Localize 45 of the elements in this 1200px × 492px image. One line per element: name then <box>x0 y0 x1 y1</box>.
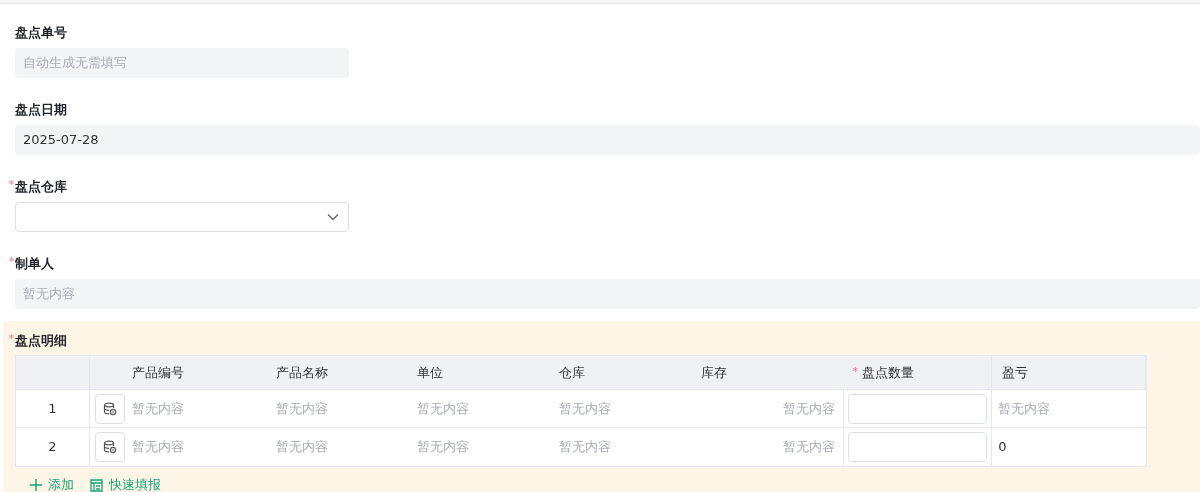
column-header: 盈亏 <box>1002 363 1029 382</box>
required-mark: * <box>9 180 15 190</box>
quantity-input[interactable] <box>847 432 988 462</box>
database-icon <box>102 401 117 416</box>
field-label: 盘点日期 <box>15 101 67 119</box>
field-label: 制单人 <box>15 255 54 273</box>
field-label: 盘点单号 <box>15 24 67 42</box>
table-cell-text: 暂无内容 <box>131 399 184 418</box>
table-cell-text: 暂无内容 <box>417 438 470 457</box>
table-cell-text: 暂无内容 <box>559 399 612 418</box>
required-mark: * <box>9 257 15 267</box>
select-field[interactable] <box>15 202 349 232</box>
quantity-input[interactable] <box>847 393 988 424</box>
product-picker-button[interactable] <box>94 432 125 462</box>
column-header: 产品编号 <box>131 363 184 382</box>
column-header: 产品名称 <box>275 363 328 382</box>
table-cell-text: 0 <box>998 438 1007 457</box>
table-cell-text: 暂无内容 <box>998 399 1051 418</box>
database-icon <box>102 440 117 454</box>
table-cell-text: 暂无内容 <box>782 399 835 418</box>
required-mark: * <box>852 364 859 381</box>
quick-fill-button[interactable]: 快速填报 <box>90 477 161 492</box>
field-label: 盘点仓库 <box>15 178 67 196</box>
plus-icon <box>30 479 42 491</box>
add-button[interactable]: 添加 <box>30 477 74 492</box>
input-field[interactable]: 暂无内容 <box>15 279 1200 309</box>
column-header: 单位 <box>417 363 444 382</box>
row-number: 1 <box>48 399 57 418</box>
chevron-down-icon <box>327 213 339 221</box>
table-cell-text: 暂无内容 <box>782 438 835 457</box>
field-label: 盘点明细 <box>15 332 67 350</box>
table-cell-text: 暂无内容 <box>131 438 184 457</box>
row-number: 2 <box>48 438 57 457</box>
required-mark: * <box>9 334 15 344</box>
column-header: 库存 <box>700 363 727 382</box>
column-header: 仓库 <box>559 363 586 382</box>
form-icon <box>90 478 103 492</box>
input-field[interactable]: 自动生成无需填写 <box>15 48 349 78</box>
table-cell-text: 暂无内容 <box>417 399 470 418</box>
product-picker-button[interactable] <box>94 393 125 424</box>
table-cell-text: 暂无内容 <box>559 438 612 457</box>
table-cell-text: 暂无内容 <box>275 399 328 418</box>
column-header: 盘点数量 <box>862 363 915 382</box>
table-cell-text: 暂无内容 <box>275 438 328 457</box>
input-field[interactable]: 2025-07-28 <box>15 125 1200 155</box>
